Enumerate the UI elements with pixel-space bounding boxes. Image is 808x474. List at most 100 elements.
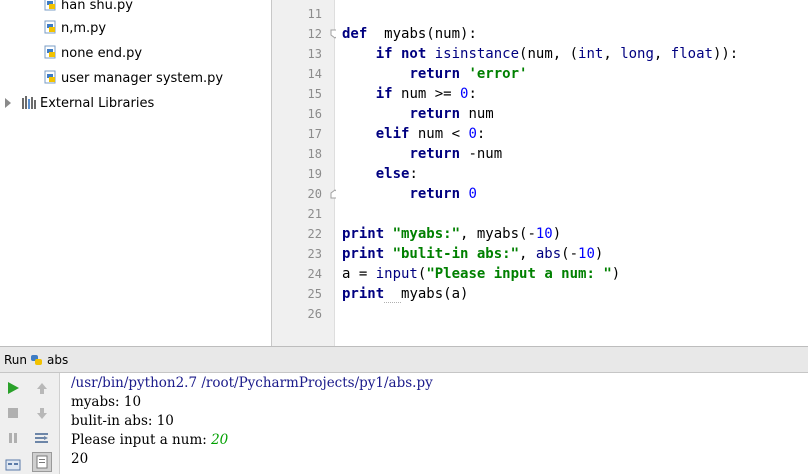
code-token: 0 (468, 186, 477, 202)
tree-file-label: user manager system.py (61, 71, 224, 86)
code-token: num (468, 106, 494, 122)
code-line: print myabs(a) (342, 284, 468, 304)
code-token: , (653, 46, 671, 62)
pause-icon (9, 433, 17, 443)
line-number: 17 (307, 127, 322, 141)
code-token: 10 (578, 246, 595, 262)
line-number: 15 (307, 87, 322, 101)
arrow-down-icon (37, 408, 47, 419)
code-token: return (409, 106, 469, 122)
pause-button[interactable] (3, 428, 23, 448)
code-line: else: (342, 164, 418, 184)
code-line: elif num < 0: (342, 124, 486, 144)
code-token: : (409, 166, 418, 182)
run-tab-label[interactable]: Run (4, 353, 27, 367)
tree-external-libraries[interactable]: External Libraries (22, 94, 154, 114)
line-number: 16 (307, 107, 322, 121)
scroll-down-button[interactable] (32, 403, 52, 423)
scroll-up-button[interactable] (32, 378, 52, 398)
line-number: 25 (307, 287, 322, 301)
console-user-input: 20 (211, 432, 229, 448)
line-number: 12 (307, 27, 322, 41)
run-toolbar (0, 373, 60, 474)
line-number: 24 (307, 267, 322, 281)
code-line: return 0 (342, 184, 477, 204)
code-token: 0 (468, 126, 477, 142)
libraries-icon (22, 96, 36, 109)
code-token: num >= (401, 86, 461, 102)
stop-icon (8, 408, 18, 418)
tree-file-user-manager-system[interactable]: user manager system.py (44, 69, 223, 89)
code-line: return -num (342, 144, 502, 164)
code-token: print (342, 286, 385, 302)
code-token: : (476, 126, 486, 142)
code-token: input (375, 266, 418, 282)
code-token: int (578, 46, 604, 62)
line-number: 20 (307, 187, 322, 201)
code-token: -num (468, 146, 503, 162)
code-token: )) (712, 46, 730, 62)
external-libraries-label: External Libraries (40, 96, 155, 111)
tree-file-nm[interactable]: n,m.py (44, 19, 106, 39)
soft-wrap-button[interactable] (32, 428, 52, 448)
code-token: isinstance (434, 46, 520, 62)
code-token: , (519, 246, 536, 262)
play-icon (8, 382, 19, 394)
code-token: return (409, 146, 469, 162)
console-prompt: Please input a num: (71, 432, 212, 448)
code-token: ) (552, 226, 562, 242)
code-token: , myabs(- (460, 226, 536, 242)
code-token: a = (342, 266, 376, 282)
code-token: def (342, 26, 368, 42)
code-token: print (342, 226, 393, 242)
code-line: if not isinstance(num, (int, long, float… (342, 44, 739, 64)
code-token: (- (561, 246, 579, 262)
code-token: print (342, 246, 393, 262)
print-button[interactable] (32, 452, 52, 472)
code-token: : (468, 86, 477, 102)
layout-button[interactable] (3, 454, 23, 474)
tree-file-han-shu[interactable]: han shu.py (44, 0, 133, 16)
stop-button[interactable] (3, 403, 23, 423)
code-token: long (620, 46, 654, 62)
line-number: 19 (307, 167, 322, 181)
expand-arrow-icon[interactable] (5, 98, 11, 108)
code-token: ) (611, 266, 621, 282)
code-token: "bulit-in abs:" (392, 246, 520, 262)
print-icon (36, 455, 48, 469)
code-token: 10 (535, 226, 553, 242)
code-token: : (729, 46, 739, 62)
line-number: 18 (307, 147, 322, 161)
rerun-button[interactable] (3, 378, 23, 398)
code-line: if num >= 0: (342, 84, 477, 104)
soft-wrap-icon (35, 433, 48, 443)
console-output-line: myabs: 10 (71, 394, 142, 410)
code-token: return (409, 66, 469, 82)
line-number: 26 (307, 307, 322, 321)
code-token: , (603, 46, 621, 62)
tree-file-label: none end.py (61, 46, 143, 61)
code-token: (num, ( (519, 46, 579, 62)
code-editor[interactable]: def myabs(num): if not isinstance(num, (… (336, 0, 808, 346)
line-number: 23 (307, 247, 322, 261)
code-token: if (375, 86, 402, 102)
line-number: 21 (307, 207, 322, 221)
code-token: else (375, 166, 410, 182)
tree-file-none-end[interactable]: none end.py (44, 44, 142, 64)
console-output[interactable]: /usr/bin/python2.7 /root/PycharmProjects… (61, 373, 808, 474)
code-line: return 'error' (342, 64, 527, 84)
project-tree: han shu.py n,m.py none end.py user manag… (0, 0, 271, 346)
run-config-name[interactable]: abs (47, 353, 68, 367)
line-number: 11 (307, 7, 322, 21)
code-token: "Please input a num: " (426, 266, 612, 282)
code-token: return (409, 186, 469, 202)
code-token: num < (417, 126, 469, 142)
code-token: "myabs:" (392, 226, 461, 242)
